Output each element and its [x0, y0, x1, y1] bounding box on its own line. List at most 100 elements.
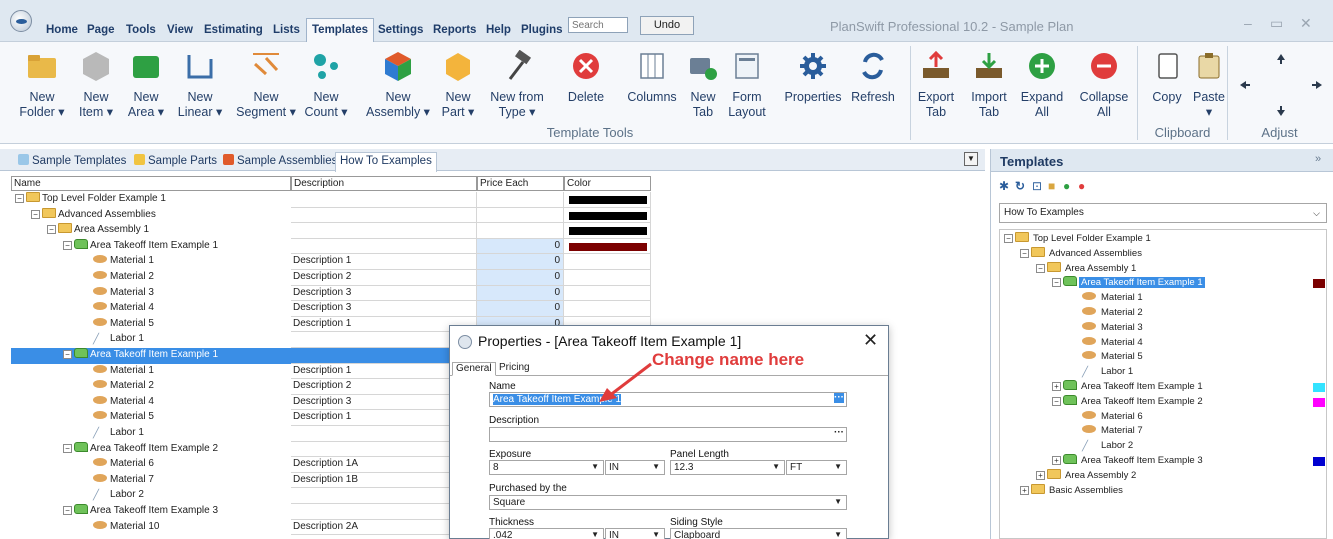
ribbon-button-segment[interactable]: New Segment ▾ [234, 50, 298, 122]
tab-how-to-examples[interactable]: How To Examples [335, 152, 437, 172]
menu-help[interactable]: Help [486, 24, 511, 36]
menu-tools[interactable]: Tools [126, 24, 156, 36]
menu-templates[interactable]: Templates [306, 18, 375, 42]
color-cell[interactable] [564, 254, 651, 270]
description-cell[interactable] [291, 238, 477, 255]
ribbon-button-linear[interactable]: New Linear ▾ [176, 50, 224, 122]
chevron-down-icon[interactable]: ⌵ [1313, 208, 1320, 219]
chevron-down-icon[interactable]: ▼ [834, 530, 842, 539]
tree-item[interactable]: Material 2 [1000, 306, 1326, 321]
tab-pricing[interactable]: Pricing [496, 362, 533, 376]
tree-item[interactable]: ╱ Labor 1 [1000, 365, 1326, 380]
column-header-description[interactable]: Description [291, 176, 477, 191]
tabs-dropdown-button[interactable]: ▼ [964, 152, 978, 166]
collapse-node-icon[interactable]: − [47, 225, 56, 235]
tree-item[interactable]: + Area Takeoff Item Example 1 [1000, 380, 1326, 395]
table-row[interactable]: − Advanced Assemblies [11, 207, 651, 224]
price-cell[interactable] [477, 192, 564, 208]
tree-item[interactable]: − Top Level Folder Example 1 [1000, 232, 1326, 247]
price-cell[interactable]: 0 [477, 285, 564, 302]
tree-item[interactable]: Material 4 [1000, 336, 1326, 351]
description-cell[interactable] [291, 192, 477, 208]
template-selector[interactable]: How To Examples ⌵ [999, 203, 1327, 223]
ribbon-button-hammer[interactable]: New from Type ▾ [485, 50, 549, 122]
price-cell[interactable] [477, 207, 564, 224]
collapse-node-icon[interactable]: − [1020, 248, 1029, 258]
chevron-down-icon[interactable]: ▼ [652, 530, 660, 539]
name-cell[interactable]: − Advanced Assemblies [11, 207, 291, 224]
expand-node-icon[interactable]: + [1052, 456, 1061, 465]
collapse-node-icon[interactable]: − [15, 194, 24, 203]
collapse-node-icon[interactable]: − [63, 506, 72, 515]
ribbon-button-delete[interactable]: Delete [562, 50, 610, 122]
menu-reports[interactable]: Reports [433, 24, 476, 36]
tree-item[interactable]: Material 6 [1000, 410, 1326, 425]
collapse-node-icon[interactable]: − [63, 443, 72, 453]
app-logo-icon[interactable] [10, 10, 32, 32]
expand-node-icon[interactable]: + [1036, 470, 1045, 480]
close-icon[interactable]: ✕ [863, 330, 878, 351]
thickness-unit-select[interactable]: IN ▼ [605, 528, 665, 539]
name-cell[interactable]: ╱ Labor 2 [11, 488, 291, 504]
folder-icon[interactable]: ■ [1048, 179, 1055, 193]
color-cell[interactable] [564, 238, 651, 255]
tree-item[interactable]: − Area Takeoff Item Example 2 [1000, 394, 1326, 410]
description-cell[interactable] [291, 223, 477, 239]
menu-view[interactable]: View [167, 24, 193, 36]
description-field[interactable]: ··· [489, 427, 847, 442]
name-field[interactable]: Area Takeoff Item Example 1 ··· [489, 392, 847, 407]
description-cell[interactable]: Description 2 [291, 270, 477, 286]
name-cell[interactable]: Material 7 [11, 473, 291, 489]
siding-style-select[interactable]: Clapboard ▼ [670, 528, 847, 539]
collapse-node-icon[interactable]: − [31, 209, 40, 219]
thickness-field[interactable]: .042 ▼ [489, 528, 604, 539]
tree-item[interactable]: + Area Assembly 2 [1000, 468, 1326, 484]
name-cell[interactable]: − Area Takeoff Item Example 3 [11, 504, 291, 520]
ribbon-button-assembly[interactable]: New Assembly ▾ [363, 50, 433, 122]
tree-item[interactable]: + Basic Assemblies [1000, 483, 1326, 499]
column-header-color[interactable]: Color [564, 176, 651, 191]
ribbon-button-folder[interactable]: New Folder ▾ [17, 50, 67, 122]
menu-lists[interactable]: Lists [273, 24, 300, 36]
tree-item[interactable]: Material 3 [1000, 321, 1326, 336]
expand-icon[interactable]: ● [1063, 179, 1070, 193]
name-cell[interactable]: Material 6 [11, 457, 291, 473]
menu-page[interactable]: Page [87, 24, 115, 36]
tab-general[interactable]: General [452, 362, 496, 376]
expand-node-icon[interactable]: + [1052, 382, 1061, 391]
ribbon-button-part[interactable]: New Part ▾ [439, 50, 477, 122]
menu-plugins[interactable]: Plugins [521, 24, 563, 36]
columns-icon[interactable]: ⊡ [1032, 179, 1042, 193]
color-cell[interactable] [564, 301, 651, 317]
name-cell[interactable]: Material 10 [11, 520, 291, 536]
name-cell[interactable]: − Area Takeoff Item Example 1 [11, 348, 291, 364]
tree-item[interactable]: Material 1 [1000, 291, 1326, 306]
name-cell[interactable]: Material 1 [11, 364, 291, 380]
name-cell[interactable]: − Area Takeoff Item Example 2 [11, 441, 291, 458]
tree-item[interactable]: Material 5 [1000, 350, 1326, 365]
name-cell[interactable]: − Top Level Folder Example 1 [11, 192, 291, 208]
chevron-down-icon[interactable]: ▼ [834, 497, 842, 506]
adjust-arrows-icon[interactable] [1236, 50, 1326, 120]
ribbon-button-columns[interactable]: Columns [621, 50, 683, 122]
purchased-by-select[interactable]: Square ▼ [489, 495, 847, 510]
name-cell[interactable]: Material 2 [11, 379, 291, 395]
undo-button[interactable]: Undo [640, 16, 694, 35]
name-cell[interactable]: Material 4 [11, 301, 291, 317]
table-row[interactable]: − Area Takeoff Item Example 1 0 [11, 238, 651, 255]
name-cell[interactable]: ╱ Labor 1 [11, 426, 291, 442]
exposure-field[interactable]: 8 ▼ [489, 460, 604, 475]
color-cell[interactable] [564, 285, 651, 302]
table-row[interactable]: Material 2 Description 20 [11, 270, 651, 286]
ribbon-button-collapse[interactable]: Collapse All [1073, 50, 1135, 122]
price-cell[interactable]: 0 [477, 254, 564, 270]
collapse-node-icon[interactable]: − [63, 240, 72, 250]
minimize-icon[interactable]: – [1244, 15, 1252, 31]
search-input[interactable] [568, 17, 628, 33]
maximize-icon[interactable]: ▭ [1270, 15, 1283, 32]
ribbon-button-area[interactable]: New Area ▾ [126, 50, 166, 122]
refresh-icon[interactable]: ↻ [1015, 179, 1025, 193]
chevron-down-icon[interactable]: ▼ [591, 462, 599, 471]
color-cell[interactable] [564, 192, 651, 208]
price-cell[interactable]: 0 [477, 238, 564, 255]
